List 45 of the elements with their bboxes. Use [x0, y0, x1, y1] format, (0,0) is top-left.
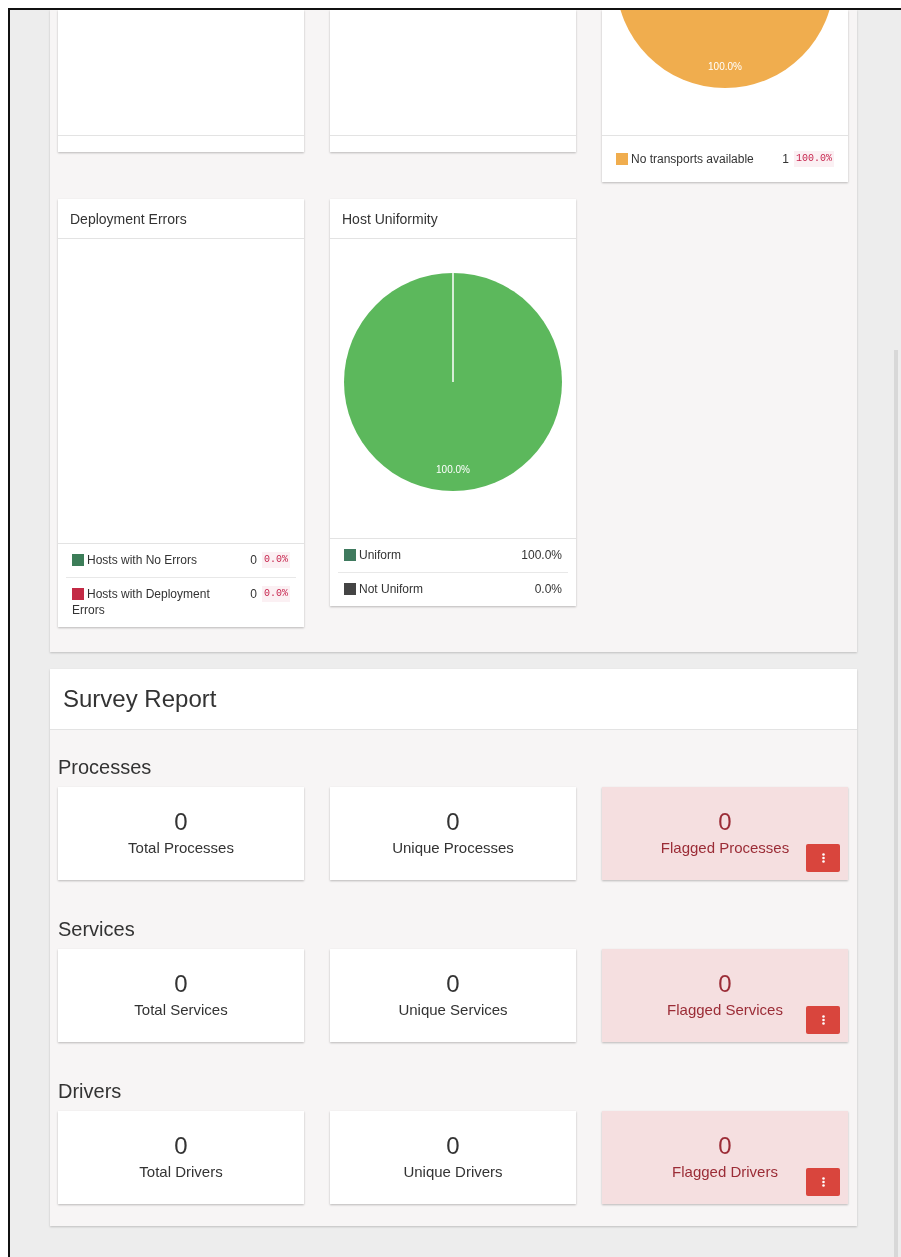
legend-count: 0: [250, 552, 257, 568]
section-title: Services: [57, 917, 136, 941]
stat-value: 0: [174, 1131, 188, 1161]
stat-value: 0: [718, 807, 732, 837]
legend-count: 0: [250, 586, 257, 602]
card-title: Host Uniformity: [330, 199, 576, 239]
ellipsis-icon: [821, 853, 825, 863]
legend-count: 1: [782, 151, 789, 167]
legend-label: Hosts with No Errors: [72, 552, 243, 568]
stat-label: Unique Processes: [392, 839, 514, 856]
legend-percent: 0.0%: [262, 552, 290, 568]
stat-label: Total Services: [134, 1001, 228, 1018]
section-title: Processes: [57, 755, 153, 779]
legend-percent: 0.0%: [262, 586, 290, 602]
stat-label: Unique Drivers: [403, 1163, 503, 1180]
stat-label: Unique Services: [398, 1001, 508, 1018]
stat-value: 0: [718, 969, 732, 999]
more-button[interactable]: [806, 844, 840, 872]
stat-label: Flagged Drivers: [672, 1163, 778, 1180]
slice-label: 100.0%: [708, 61, 742, 72]
stat-value: 0: [174, 807, 188, 837]
more-button[interactable]: [806, 1168, 840, 1196]
stat-value: 0: [446, 1131, 460, 1161]
legend-percent: 100.0%: [794, 151, 834, 167]
stat-label: Flagged Services: [667, 1001, 783, 1018]
panel-title: Survey Report: [50, 669, 857, 730]
stat-value: 0: [446, 969, 460, 999]
section-title: Drivers: [57, 1079, 123, 1103]
legend-label: Not Uniform: [344, 581, 527, 597]
legend-percent: 100.0%: [521, 547, 562, 563]
more-button[interactable]: [806, 1006, 840, 1034]
legend-label: Hosts with Deployment Errors: [72, 586, 211, 618]
stat-label: Total Drivers: [139, 1163, 223, 1180]
ellipsis-icon: [821, 1177, 825, 1187]
stat-label: Total Processes: [128, 839, 234, 856]
legend-label: No transports available: [616, 151, 775, 167]
stat-label: Flagged Processes: [660, 839, 790, 856]
stat-value: 0: [174, 969, 188, 999]
stat-value: 0: [446, 807, 460, 837]
legend-label: Uniform: [344, 547, 514, 563]
slice-label: 100.0%: [436, 464, 470, 475]
card-title: Deployment Errors: [58, 199, 304, 239]
ellipsis-icon: [821, 1015, 825, 1025]
legend-percent: 0.0%: [534, 581, 562, 597]
stat-value: 0: [718, 1131, 732, 1161]
